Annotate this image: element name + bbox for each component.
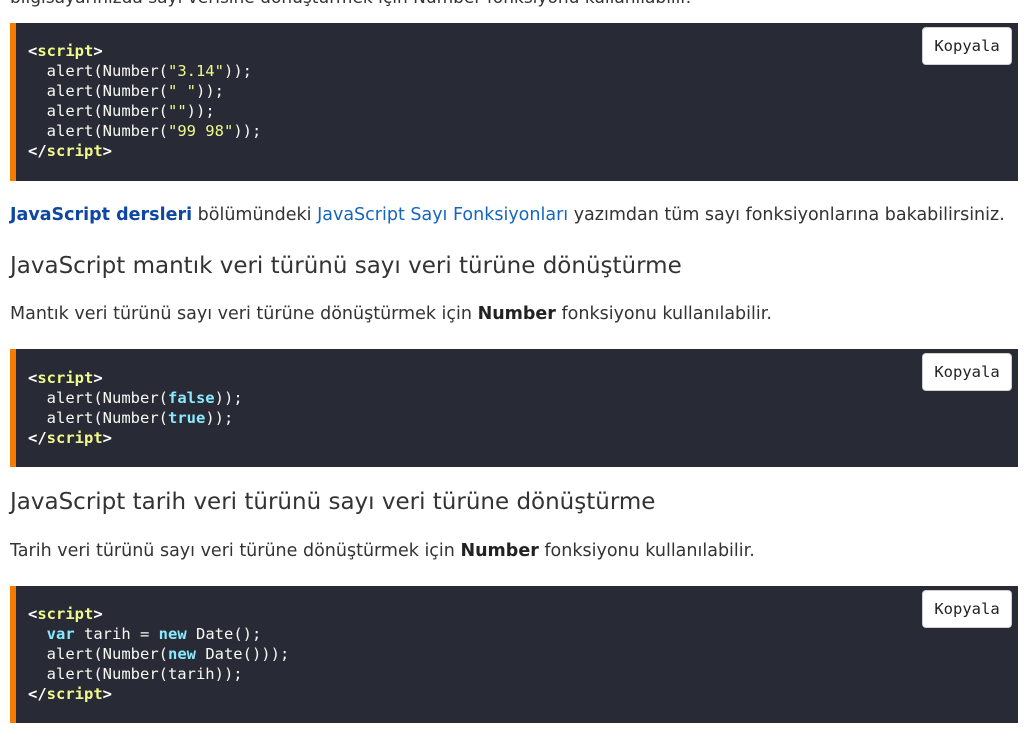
code-content: <script> alert(Number(false)); alert(Num… [28,369,243,447]
heading-date-to-number: JavaScript tarih veri türünü sayı veri t… [10,489,656,515]
copy-button[interactable]: Kopyala [922,27,1012,65]
copy-button[interactable]: Kopyala [922,353,1012,391]
paragraph-boolean-to-number: Mantık veri türünü sayı veri türüne dönü… [10,304,772,324]
code-content: <script> var tarih = new Date(); alert(N… [28,605,290,703]
link-javascript-dersleri[interactable]: JavaScript dersleri [10,205,192,225]
link-javascript-sayi-fonksiyonlari[interactable]: JavaScript Sayı Fonksiyonları [317,205,568,225]
paragraph-related-lessons: JavaScript dersleri bölümündeki JavaScri… [10,205,1005,225]
code-block-3: <script> var tarih = new Date(); alert(N… [10,586,1018,723]
code-content: <script> alert(Number("3.14")); alert(Nu… [28,42,262,160]
code-block-1: <script> alert(Number("3.14")); alert(Nu… [10,23,1018,181]
copy-button[interactable]: Kopyala [922,590,1012,628]
heading-boolean-to-number: JavaScript mantık veri türünü sayı veri … [10,253,682,279]
paragraph-date-to-number: Tarih veri türünü sayı veri türüne dönüş… [10,541,755,561]
partial-top-paragraph: bilgisayarınızda sayı verisine dönüştürm… [10,0,691,8]
code-block-2: <script> alert(Number(false)); alert(Num… [10,349,1018,467]
